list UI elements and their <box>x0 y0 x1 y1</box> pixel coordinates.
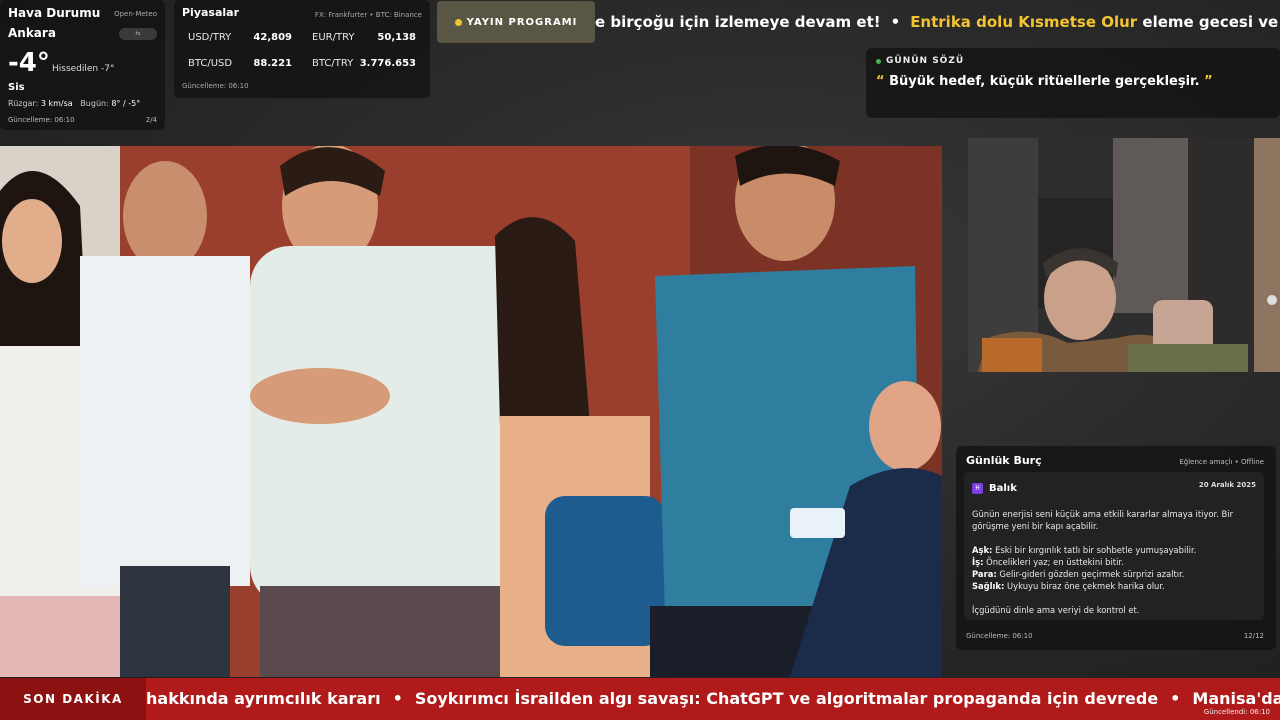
weather-updated: Güncelleme: 06:10 <box>8 116 75 124</box>
market-label: BTC/USD <box>188 58 233 69</box>
money-label: Para: <box>972 569 997 579</box>
horoscope-body: Günün enerjisi seni küçük ama etkili kar… <box>972 508 1256 616</box>
horoscope-mode: Eğlence amaçlı • Offline <box>1179 458 1264 466</box>
weather-page: 2/4 <box>145 116 157 124</box>
market-label: BTC/TRY <box>312 58 354 69</box>
markets-widget: Piyasalar FX: Frankfurter • BTC: Binance… <box>174 0 430 98</box>
market-value: 3.776.653 <box>359 58 416 69</box>
breaking-item: hakkında ayrımcılık kararı <box>146 689 381 708</box>
quote-of-the-day: GÜNÜN SÖZÜ “ Büyük hedef, küçük ritüelle… <box>866 48 1280 118</box>
horoscope-sign: Balık <box>989 483 1017 494</box>
horoscope-intro: Günün enerjisi seni küçük ama etkili kar… <box>972 509 1234 531</box>
webcam-feed[interactable] <box>968 138 1280 372</box>
breaking-item: Manisa'da piy <box>1192 689 1280 708</box>
corner-updated: Güncellendi: 06:10 <box>1203 708 1270 716</box>
horoscope-love: Aşk: Eski bir kırgınlık tatlı bir sohbet… <box>972 544 1256 556</box>
wind-value: 3 km/sa <box>40 99 73 108</box>
schedule-button[interactable]: YAYIN PROGRAMI <box>437 1 595 43</box>
breaking-news-bar: SON DAKİKA hakkında ayrımcılık kararı • So… <box>0 678 1280 720</box>
quote-title: GÜNÜN SÖZÜ <box>886 56 965 66</box>
today-label: Bugün: <box>80 99 109 108</box>
schedule-label: YAYIN PROGRAMI <box>466 16 578 28</box>
markets-source: FX: Frankfurter • BTC: Binance <box>314 11 422 19</box>
work-text: Öncelikleri yaz; en üsttekini bitir. <box>986 557 1124 567</box>
market-item: EUR/TRY 50,138 <box>312 32 416 43</box>
love-label: Aşk: <box>972 545 993 555</box>
breaking-news-ticker: hakkında ayrımcılık kararı • Soykırımcı İs… <box>146 678 1280 720</box>
market-item: BTC/USD 88.221 <box>188 58 292 69</box>
horoscope-widget: Günlük Burç Eğlence amaçlı • Offline ♓ Ba… <box>956 446 1276 650</box>
quote-close-mark: ” <box>1204 74 1213 89</box>
horoscope-outro: İçgüdünü dinle ama veriyi de kontrol et. <box>972 605 1140 615</box>
work-label: İş: <box>972 557 984 567</box>
breaking-separator: • <box>392 689 403 708</box>
breaking-item: Soykırımcı İsrailden algı savaşı: ChatGP… <box>414 689 1159 708</box>
weather-widget: Hava Durumu Open-Meteo Ankara ⇆ -4° Hiss… <box>0 0 165 130</box>
quote-header: GÜNÜN SÖZÜ <box>876 56 1270 66</box>
horoscope-updated: Güncelleme: 06:10 <box>966 632 1033 640</box>
market-item: BTC/TRY 3.776.653 <box>312 58 416 69</box>
weather-source: Open-Meteo <box>114 10 157 18</box>
weather-temperature: -4° <box>8 48 50 78</box>
main-video[interactable] <box>0 146 942 677</box>
swap-icon[interactable]: ⇆ <box>119 28 157 40</box>
love-text: Eski bir kırgınlık tatlı bir sohbetle yu… <box>995 545 1197 555</box>
market-label: USD/TRY <box>188 32 232 43</box>
ticker-separator: • <box>890 13 901 31</box>
weather-details: Rüzgar: 3 km/sa Bugün: 8° / -5° <box>8 99 140 108</box>
breaking-separator: • <box>1170 689 1181 708</box>
horoscope-money: Para: Gelir-gideri gözden geçirmek sürpr… <box>972 568 1256 580</box>
market-value: 42,809 <box>253 32 292 43</box>
quote-open-mark: “ <box>876 74 885 89</box>
breaking-news-label: SON DAKİKA <box>0 678 146 720</box>
wind-label: Rüzgar: <box>8 99 39 108</box>
money-text: Gelir-gideri gözden geçirmek sürprizi az… <box>999 569 1185 579</box>
top-news-ticker: e birçoğu için izlemeye devam et! • Entrik… <box>595 8 1280 36</box>
ticker-highlight: Entrika dolu Kısmetse Olur <box>910 13 1138 31</box>
weather-feels-like: Hissedilen -7° <box>52 64 115 74</box>
quote-text: “ Büyük hedef, küçük ritüellerle gerçekl… <box>876 74 1270 89</box>
live-dot-icon <box>876 58 881 64</box>
horoscope-page: 12/12 <box>1243 632 1264 640</box>
weather-condition: Sis <box>8 82 25 93</box>
health-text: Uykuyu biraz öne çekmek harika olur. <box>1007 581 1165 591</box>
horoscope-work: İş: Öncelikleri yaz; en üsttekini bitir. <box>972 556 1256 568</box>
today-value: 8° / -5° <box>111 99 141 108</box>
market-value: 88.221 <box>253 58 292 69</box>
horoscope-card: ♓ Balık 20 Aralık 2025 Günün enerjisi sen… <box>964 472 1264 620</box>
market-label: EUR/TRY <box>312 32 355 43</box>
markets-updated: Güncelleme: 06:10 <box>182 82 249 90</box>
schedule-dot-icon <box>454 18 462 26</box>
video-scene-image <box>0 146 942 677</box>
pisces-icon: ♓ <box>972 483 983 494</box>
ticker-text: e birçoğu için izlemeye devam et! <box>595 13 881 31</box>
market-value: 50,138 <box>377 32 416 43</box>
ticker-text: eleme gecesi ve ilişki u <box>1142 13 1280 31</box>
quote-body: Büyük hedef, küçük ritüellerle gerçekleş… <box>889 74 1200 89</box>
market-item: USD/TRY 42,809 <box>188 32 292 43</box>
horoscope-date: 20 Aralık 2025 <box>1198 481 1256 489</box>
health-label: Sağlık: <box>972 581 1005 591</box>
horoscope-health: Sağlık: Uykuyu biraz öne çekmek harika o… <box>972 580 1256 592</box>
webcam-image <box>968 138 1280 372</box>
